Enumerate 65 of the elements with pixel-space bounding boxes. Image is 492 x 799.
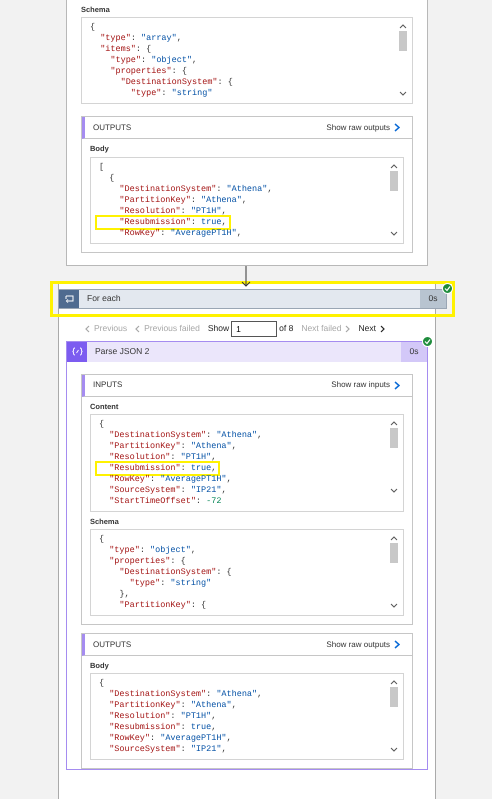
code-line: "Resubmission": true,	[108, 722, 218, 734]
code-line: {	[89, 22, 96, 34]
show-raw-link[interactable]: Show raw inputs	[331, 379, 400, 391]
chevron-left-icon	[135, 324, 140, 332]
code-line: "PartitionKey": "Athena",	[118, 194, 248, 206]
code-line: "items": {	[99, 44, 152, 56]
code-line: [	[98, 162, 106, 172]
code-line: "type": "string"	[128, 578, 212, 589]
page-number-field[interactable]: 1	[231, 320, 278, 336]
code-line: "type": "object",	[109, 55, 198, 66]
highlighted-code-line: "Resubmission": true,	[97, 462, 218, 474]
code-line: {	[108, 172, 116, 184]
pager-button[interactable]: Next	[358, 322, 385, 335]
show-label: Show	[208, 322, 230, 335]
code-line: "DestinationSystem": "Athena",	[108, 689, 264, 700]
code-line: "properties": {	[109, 66, 188, 78]
action-title: Parse JSON 2	[94, 345, 150, 358]
scrollbar-drawing[interactable]	[389, 418, 399, 495]
code-line: "RowKey": "AveragePT1H",	[118, 228, 243, 238]
code-line: "Resolution": "PT1H",	[118, 206, 228, 216]
scrollbar-drawing[interactable]	[389, 534, 399, 610]
code-line: "type": "array",	[99, 33, 183, 44]
code-line: "PartitionKey": "Athena",	[108, 700, 238, 712]
chevron-right-icon	[394, 380, 400, 390]
parse-json-header[interactable]: Parse JSON 2 0s	[67, 342, 427, 362]
highlighted-code-line: "Resubmission": true,	[97, 216, 229, 228]
section-title: OUTPUTS	[93, 122, 132, 134]
code-line: "type": "string"	[130, 88, 214, 100]
chevron-left-icon	[85, 324, 90, 332]
code-line: "DestinationSystem": "Athena",	[108, 430, 264, 441]
code-line: "RowKey": "AveragePT1H",	[108, 733, 233, 744]
action-title: For each	[86, 292, 122, 305]
code-line: "SourceSystem": "IP21",	[108, 484, 228, 496]
chevron-right-icon	[394, 640, 400, 649]
code-line: {	[98, 534, 106, 545]
scrollbar-drawing[interactable]	[398, 22, 408, 98]
chevron-right-icon	[394, 123, 400, 132]
chevron-right-icon	[345, 324, 350, 332]
for-each-header[interactable]: For each 0s	[58, 288, 447, 308]
show-raw-link[interactable]: Show raw outputs	[326, 122, 400, 134]
page-count-label: of 8	[279, 322, 294, 335]
code-line: "Resolution": "PT1H",	[108, 452, 218, 463]
code-line: "StartTimeOffset": -72	[108, 496, 222, 507]
code-line: "DestinationSystem": {	[118, 567, 233, 578]
code-line: "RowKey": "AveragePT1H",	[108, 474, 233, 485]
code-line: {	[98, 418, 106, 430]
duration-label: 0s	[401, 342, 427, 362]
scrollbar-drawing[interactable]	[389, 162, 399, 238]
code-line: },	[118, 589, 131, 600]
code-line: "properties": {	[108, 556, 187, 567]
scrollbar-drawing[interactable]	[389, 678, 399, 754]
section-title: OUTPUTS	[93, 638, 132, 650]
code-line: "type": "object",	[108, 545, 197, 556]
code-line: "SourceSystem": "IP21",	[108, 744, 228, 756]
code-line: "Resolution": "PT1H",	[108, 711, 218, 722]
section-title: INPUTS	[93, 379, 122, 391]
code-line: "DestinationSystem": {	[120, 77, 234, 88]
code-line: "PartitionKey": {	[118, 600, 208, 611]
show-raw-link[interactable]: Show raw outputs	[326, 638, 400, 650]
chevron-right-icon	[380, 324, 385, 332]
connector-arrow	[241, 266, 251, 288]
code-line: "DestinationSystem": "Athena",	[118, 184, 274, 194]
code-line: "PartitionKey": "Athena",	[108, 440, 238, 452]
duration-label: 0s	[420, 290, 446, 308]
code-line: {	[98, 678, 106, 690]
